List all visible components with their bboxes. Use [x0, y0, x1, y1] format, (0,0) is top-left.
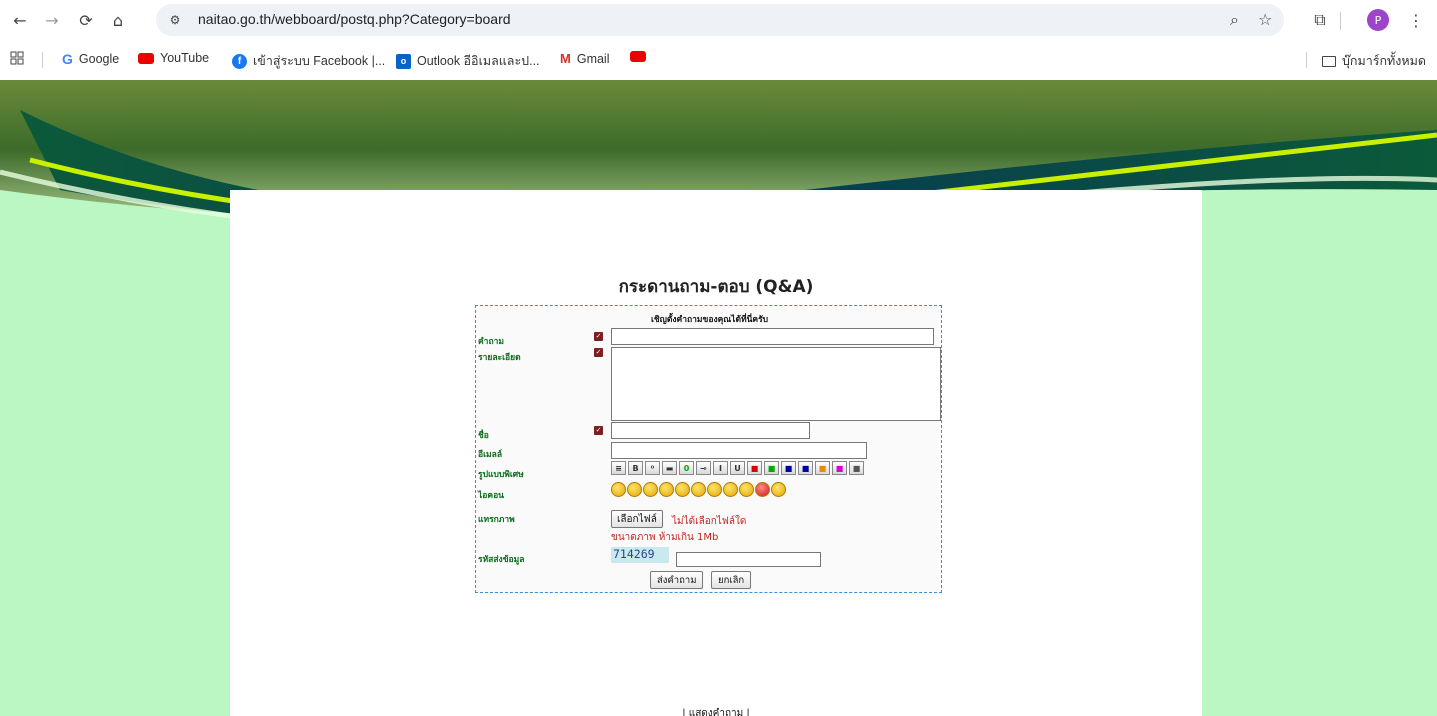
no-file-text: ไม่ได้เลือกไฟล์ใด	[672, 516, 747, 527]
format-button-icon[interactable]: ■	[747, 461, 762, 475]
bookmark-label: Google	[78, 52, 120, 66]
format-button-icon[interactable]: 0	[679, 461, 694, 475]
image-size-note: ขนาดภาพ ห้ามเกิน 1Mb	[611, 532, 719, 543]
required-icon: ✓	[594, 426, 603, 435]
cancel-button[interactable]: ยกเลิก	[711, 571, 752, 589]
extensions-icon[interactable]: ⧉	[1306, 6, 1334, 34]
emoticon-icon[interactable]	[723, 482, 738, 497]
emoticon-icon[interactable]	[643, 482, 658, 497]
image-label: แทรกภาพ	[478, 515, 515, 525]
format-toolbar: ≡ B ⁰ ▬ 0 ⊸ I U ■ ■ ■ ■ ■ ■ ■	[611, 461, 864, 475]
format-button-icon[interactable]: ⊸	[696, 461, 711, 475]
question-form: เชิญตั้งคำถามของคุณได้ที่นี่ครับ คำถาม ✓…	[475, 305, 942, 593]
emoticon-icon[interactable]	[627, 482, 642, 497]
bookmark-label: เข้าสู่ระบบ Facebook |...	[253, 54, 386, 68]
submit-button[interactable]: ส่งคำถาม	[650, 571, 704, 589]
emoticon-icon[interactable]	[611, 482, 626, 497]
format-button-icon[interactable]: ≡	[611, 461, 626, 475]
bookmarks-divider	[1306, 52, 1307, 68]
email-input[interactable]	[611, 442, 867, 459]
zoom-icon[interactable]: ⌕	[1230, 10, 1239, 30]
page-title: กระดานถาม-ตอบ (Q&A)	[618, 277, 814, 297]
google-icon: G	[62, 51, 73, 67]
menu-kebab-icon[interactable]: ⋮	[1402, 6, 1430, 34]
captcha-input[interactable]	[676, 552, 821, 567]
format-button-icon[interactable]: ■	[815, 461, 830, 475]
back-arrow-icon[interactable]: ←	[6, 6, 34, 34]
youtube-icon	[138, 52, 154, 64]
question-label: คำถาม	[478, 337, 504, 347]
outlook-icon: o	[396, 53, 411, 69]
emoticon-icon[interactable]	[771, 482, 786, 497]
code-label: รหัสส่งข้อมูล	[478, 555, 525, 565]
format-button-icon[interactable]: ■	[832, 461, 847, 475]
format-button-icon[interactable]: B	[628, 461, 643, 475]
bookmark-label: YouTube	[160, 51, 210, 65]
bookmark-facebook[interactable]: f เข้าสู่ระบบ Facebook |...	[232, 51, 385, 71]
bookmark-gmail[interactable]: M Gmail	[560, 51, 610, 66]
emoticon-icon[interactable]	[707, 482, 722, 497]
format-button-icon[interactable]: ■	[781, 461, 796, 475]
url-text: naitao.go.th/webboard/postq.php?Category…	[198, 11, 511, 27]
format-button-icon[interactable]: ▬	[662, 461, 677, 475]
toolbar-divider	[1340, 12, 1341, 30]
format-button-icon[interactable]: ■	[798, 461, 813, 475]
folder-icon	[1322, 55, 1336, 67]
captcha-code: 714269	[611, 547, 669, 563]
emoticon-icon[interactable]	[691, 482, 706, 497]
icons-label: ไอคอน	[478, 491, 504, 501]
bookmark-label: Gmail	[576, 51, 610, 66]
bookmark-google[interactable]: G Google	[62, 51, 119, 67]
all-bookmarks-label: บุ๊กมาร์กทั้งหมด	[1342, 54, 1426, 68]
format-button-icon[interactable]: I	[713, 461, 728, 475]
address-bar[interactable]: ⚙ naitao.go.th/webboard/postq.php?Catego…	[156, 4, 1284, 36]
choose-file-button[interactable]: เลือกไฟล์	[611, 510, 663, 528]
bookmarks-bar: G Google YouTube f เข้าสู่ระบบ Facebook …	[0, 42, 1437, 78]
required-icon: ✓	[594, 348, 603, 357]
bookmark-star-icon[interactable]: ☆	[1258, 10, 1272, 29]
name-input[interactable]	[611, 422, 810, 439]
emoticon-icon[interactable]	[659, 482, 674, 497]
format-button-icon[interactable]: ■	[849, 461, 864, 475]
show-questions-link[interactable]: | แสดงคำถาม |	[230, 706, 1202, 716]
content-area: กระดานถาม-ตอบ (Q&A) เชิญตั้งคำถามของคุณไ…	[230, 190, 1202, 716]
email-label: อีเมลล์	[478, 450, 503, 460]
format-label: รูปแบบพิเศษ	[478, 470, 524, 480]
name-label: ชื่อ	[478, 431, 489, 441]
browser-toolbar: ← → ⟳ ⌂ ⚙ naitao.go.th/webboard/postq.ph…	[0, 0, 1437, 42]
site-info-icon[interactable]: ⚙	[166, 11, 184, 29]
detail-textarea[interactable]	[611, 347, 941, 421]
format-button-icon[interactable]: ⁰	[645, 461, 660, 475]
form-heading: เชิญตั้งคำถามของคุณได้ที่นี่ครับ	[650, 315, 769, 325]
all-bookmarks[interactable]: บุ๊กมาร์กทั้งหมด	[1322, 51, 1426, 71]
apps-grid-icon[interactable]	[10, 51, 24, 65]
required-icon: ✓	[594, 332, 603, 341]
emoticon-row	[611, 482, 786, 497]
home-icon[interactable]: ⌂	[104, 6, 132, 34]
emoticon-icon[interactable]	[675, 482, 690, 497]
facebook-icon: f	[232, 53, 247, 69]
bookmark-youtube[interactable]: YouTube	[138, 51, 209, 65]
web-page: กระดานถาม-ตอบ (Q&A) เชิญตั้งคำถามของคุณไ…	[0, 80, 1437, 716]
gmail-icon: M	[560, 51, 571, 66]
format-button-icon[interactable]: ■	[764, 461, 779, 475]
format-button-icon[interactable]: U	[730, 461, 745, 475]
bookmark-youtube-2[interactable]	[630, 51, 646, 62]
emoticon-icon[interactable]	[739, 482, 754, 497]
profile-avatar[interactable]: P	[1367, 9, 1389, 31]
youtube-icon	[630, 51, 646, 62]
forward-arrow-icon[interactable]: →	[38, 6, 66, 34]
bookmark-outlook[interactable]: o Outlook อีอิเมลและป...	[396, 51, 540, 71]
emoticon-icon[interactable]	[755, 482, 770, 497]
reload-icon[interactable]: ⟳	[72, 6, 100, 34]
question-input[interactable]	[611, 328, 934, 345]
bookmarks-divider	[42, 52, 43, 68]
detail-label: รายละเอียด	[478, 353, 521, 363]
bookmark-label: Outlook อีอิเมลและป...	[417, 54, 540, 68]
